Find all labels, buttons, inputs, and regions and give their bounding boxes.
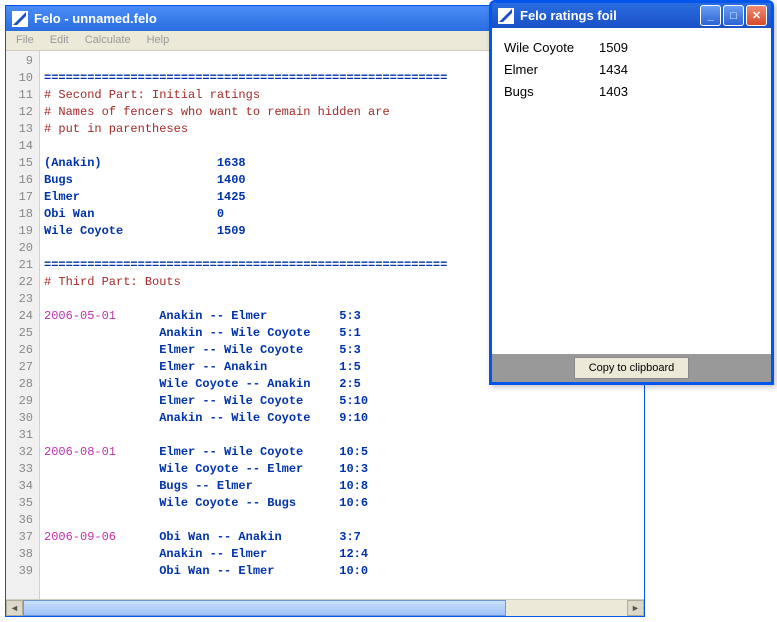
line-number: 34	[6, 478, 39, 495]
line-number: 14	[6, 138, 39, 155]
code-line[interactable]	[44, 512, 640, 529]
ratings-row: Wile Coyote1509	[504, 36, 759, 58]
line-number: 25	[6, 325, 39, 342]
copy-to-clipboard-button[interactable]: Copy to clipboard	[574, 357, 690, 379]
line-number: 38	[6, 546, 39, 563]
ratings-name: Wile Coyote	[504, 40, 599, 55]
line-number: 24	[6, 308, 39, 325]
menu-edit[interactable]: Edit	[42, 31, 77, 50]
close-button[interactable]: ✕	[746, 5, 767, 26]
code-line[interactable]: Obi Wan -- Elmer 10:0	[44, 563, 640, 580]
line-number: 10	[6, 70, 39, 87]
ratings-value: 1403	[599, 84, 628, 99]
ratings-titlebar[interactable]: Felo ratings foil _ □ ✕	[492, 3, 771, 28]
line-number: 11	[6, 87, 39, 104]
code-line[interactable]: Bugs -- Elmer 10:8	[44, 478, 640, 495]
ratings-row: Bugs1403	[504, 80, 759, 102]
line-number: 39	[6, 563, 39, 580]
line-number: 15	[6, 155, 39, 172]
line-number	[6, 580, 39, 597]
ratings-row: Elmer1434	[504, 58, 759, 80]
line-number: 28	[6, 376, 39, 393]
code-line[interactable]: 2006-09-06 Obi Wan -- Anakin 3:7	[44, 529, 640, 546]
line-number: 32	[6, 444, 39, 461]
code-line[interactable]: Anakin -- Wile Coyote 9:10	[44, 410, 640, 427]
line-number: 29	[6, 393, 39, 410]
main-title: Felo - unnamed.felo	[34, 11, 157, 26]
line-number: 33	[6, 461, 39, 478]
menu-help[interactable]: Help	[139, 31, 178, 50]
ratings-title: Felo ratings foil	[520, 8, 617, 23]
code-line[interactable]	[44, 580, 640, 597]
ratings-list: Wile Coyote1509Elmer1434Bugs1403	[492, 28, 771, 354]
app-icon	[498, 8, 514, 24]
scroll-track[interactable]	[23, 600, 627, 616]
ratings-value: 1434	[599, 62, 628, 77]
line-number: 21	[6, 257, 39, 274]
code-line[interactable]: Anakin -- Elmer 12:4	[44, 546, 640, 563]
line-number: 20	[6, 240, 39, 257]
code-line[interactable]: Wile Coyote -- Bugs 10:6	[44, 495, 640, 512]
ratings-window: Felo ratings foil _ □ ✕ Wile Coyote1509E…	[489, 0, 774, 385]
line-number: 9	[6, 53, 39, 70]
line-number: 22	[6, 274, 39, 291]
code-line[interactable]	[44, 427, 640, 444]
scroll-right-button[interactable]: ►	[627, 600, 644, 616]
code-line[interactable]: 2006-08-01 Elmer -- Wile Coyote 10:5	[44, 444, 640, 461]
code-line[interactable]: Elmer -- Wile Coyote 5:10	[44, 393, 640, 410]
maximize-button[interactable]: □	[723, 5, 744, 26]
line-number: 16	[6, 172, 39, 189]
line-number: 36	[6, 512, 39, 529]
line-number: 12	[6, 104, 39, 121]
line-number: 37	[6, 529, 39, 546]
horizontal-scrollbar[interactable]: ◄ ►	[6, 599, 644, 616]
line-gutter: 9101112131415161718192021222324252627282…	[6, 51, 40, 599]
line-number: 23	[6, 291, 39, 308]
ratings-name: Elmer	[504, 62, 599, 77]
minimize-button[interactable]: _	[700, 5, 721, 26]
line-number: 18	[6, 206, 39, 223]
ratings-value: 1509	[599, 40, 628, 55]
scroll-thumb[interactable]	[23, 600, 506, 616]
code-line[interactable]: Wile Coyote -- Elmer 10:3	[44, 461, 640, 478]
menu-file[interactable]: File	[8, 31, 42, 50]
ratings-name: Bugs	[504, 84, 599, 99]
line-number: 30	[6, 410, 39, 427]
app-icon	[12, 11, 28, 27]
line-number: 13	[6, 121, 39, 138]
line-number: 31	[6, 427, 39, 444]
line-number: 19	[6, 223, 39, 240]
line-number: 26	[6, 342, 39, 359]
line-number: 17	[6, 189, 39, 206]
menu-calculate[interactable]: Calculate	[77, 31, 139, 50]
ratings-footer: Copy to clipboard	[492, 354, 771, 382]
scroll-left-button[interactable]: ◄	[6, 600, 23, 616]
line-number: 27	[6, 359, 39, 376]
line-number: 35	[6, 495, 39, 512]
